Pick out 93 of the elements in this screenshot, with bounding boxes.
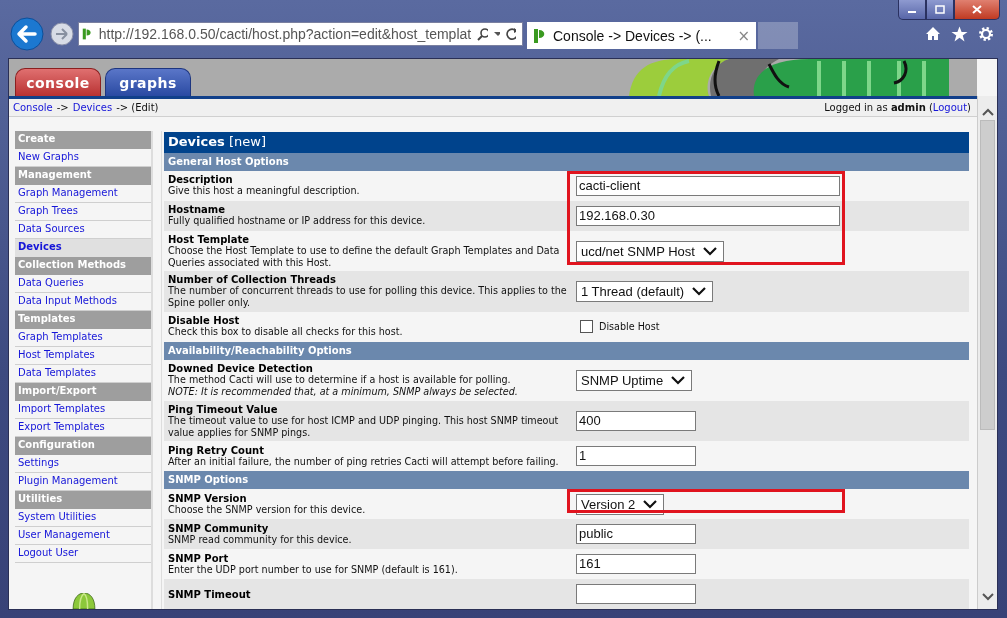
field-description: Fully qualified hostname or IP address for this device. (168, 215, 427, 228)
back-button[interactable] (10, 17, 44, 51)
form-title: Devices [new] (164, 132, 969, 153)
field-label: SNMP Port (168, 552, 230, 564)
sidebar-heading: Create (15, 131, 151, 149)
browser-tab[interactable]: Console -> Devices -> (... × (527, 22, 756, 49)
field-label: SNMP Timeout (168, 588, 252, 600)
field-description: After an initial failure, the number of ping retries Cacti will attempt before failing. (168, 455, 560, 468)
field-description: The method Cacti will use to determine if a host is available for polling. (168, 373, 512, 386)
text-input[interactable] (576, 584, 696, 604)
cactus-favicon-icon (533, 27, 547, 44)
nav-tab[interactable]: console (15, 68, 101, 96)
field-description: Choose the Host Template to use to define the default Graph Templates and Data Queries associated with this Host. (168, 244, 561, 269)
text-input[interactable]: cacti-client (576, 175, 840, 196)
sidebar-item[interactable]: System Utilities (15, 509, 151, 527)
star-icon[interactable] (951, 26, 968, 42)
text-input[interactable]: 192.168.0.30 (576, 205, 840, 226)
sidebar-item[interactable]: Devices (15, 239, 151, 257)
dropdown[interactable]: ucd/net SNMP Host (576, 240, 724, 262)
field-label: Description (168, 174, 233, 186)
breadcrumb-link[interactable]: Devices (72, 102, 113, 113)
sidebar-heading: Management (15, 167, 151, 185)
sidebar-heading: Utilities (15, 491, 151, 509)
chevron-icon (692, 287, 707, 297)
text-input[interactable]: public (576, 524, 696, 544)
close-button[interactable] (954, 0, 1000, 20)
field-description: Enter the UDP port number to use for SNMP (default is 161). (168, 563, 459, 576)
field-label: Ping Retry Count (168, 444, 265, 456)
field-label: Hostname (168, 204, 227, 216)
maximize-icon (935, 5, 945, 14)
dropdown[interactable]: SNMP Uptime (576, 369, 693, 391)
text-input[interactable]: 161 (576, 554, 696, 574)
breadcrumb-text: -> (56, 102, 69, 113)
field-description: SNMP read community for this device. (168, 533, 353, 546)
minimize-button[interactable] (898, 0, 926, 20)
sidebar-item[interactable]: Graph Templates (15, 329, 151, 347)
section-header: SNMP Options (164, 471, 969, 489)
home-icon[interactable] (925, 26, 941, 41)
sidebar-heading: Import/Export (15, 383, 151, 401)
checkbox[interactable] (580, 320, 593, 334)
forward-button[interactable] (50, 22, 74, 46)
breadcrumb-link[interactable]: Console (13, 102, 53, 113)
tab-close-button[interactable]: × (737, 26, 750, 45)
settings-icon[interactable] (978, 26, 994, 42)
chevron-icon (671, 375, 686, 385)
refresh-icon[interactable] (506, 27, 516, 41)
field-description: The number of concurrent threads to use for polling this device. This applies to the Spine poller only. (168, 285, 568, 310)
field-label: Ping Timeout Value (168, 403, 279, 415)
url-text: http://192.168.0.50/cacti/host.php?action=edit&host_templat (98, 26, 472, 42)
sidebar-heading: Templates (15, 311, 151, 329)
text-input[interactable]: 1 (576, 446, 696, 467)
checkbox-label[interactable]: Disable Host (599, 321, 660, 333)
field-label: Host Template (168, 233, 251, 245)
field-label: SNMP Community (168, 522, 270, 534)
address-bar[interactable]: http://192.168.0.50/cacti/host.php?action=edit&host_templat (78, 22, 523, 46)
field-label: SNMP Version (168, 492, 248, 504)
search-icon[interactable] (477, 27, 488, 41)
dropdown[interactable]: Version 2 (576, 493, 665, 515)
sidebar-item[interactable]: Graph Management (15, 185, 151, 203)
login-text: Logged in as admin ( (824, 102, 933, 113)
sidebar-item[interactable]: Data Queries (15, 275, 151, 293)
sidebar-heading: Collection Methods (15, 257, 151, 275)
nav-tab[interactable]: graphs (105, 68, 191, 96)
breadcrumb-text: -> (Edit) (116, 102, 159, 113)
chevron-icon (643, 499, 658, 509)
field-description: Check this box to disable all checks for this host. (168, 326, 404, 339)
scroll-up-icon[interactable] (981, 108, 994, 116)
field-description: The timeout value to use for host ICMP and UDP pinging. This host SNMP timeout value applies for SNMP pings. (168, 414, 560, 439)
sidebar-item[interactable]: User Management (15, 527, 151, 545)
maximize-button[interactable] (926, 0, 954, 20)
field-label: Number of Collection Threads (168, 274, 337, 286)
tab-title: Console -> Devices -> (... (553, 27, 713, 44)
cactus-favicon-icon (82, 26, 93, 42)
sidebar-item[interactable]: Settings (15, 455, 151, 473)
login-text: ) (967, 102, 971, 113)
sidebar-item[interactable]: Import Templates (15, 401, 151, 419)
field-label: Downed Device Detection (168, 362, 314, 374)
field-label: Disable Host (168, 315, 241, 327)
close-icon (972, 5, 982, 14)
sidebar-item[interactable]: Graph Trees (15, 203, 151, 221)
caret-icon[interactable] (493, 31, 501, 37)
scroll-down-icon[interactable] (981, 593, 994, 601)
sidebar-item[interactable]: Host Templates (15, 347, 151, 365)
chevron-icon (702, 246, 717, 256)
field-description: Choose the SNMP version for this device. (168, 503, 367, 516)
field-note: NOTE: It is recommended that, at a minimum, SNMP always be selected. (168, 385, 519, 398)
sidebar-heading: Configuration (15, 437, 151, 455)
text-input[interactable]: 400 (576, 411, 696, 431)
dropdown[interactable]: 1 Thread (default) (576, 281, 714, 303)
scrollbar[interactable] (977, 96, 997, 609)
scrollbar-thumb[interactable] (980, 120, 995, 430)
sidebar-item[interactable]: Logout User (15, 545, 151, 563)
field-description: Give this host a meaningful description. (168, 185, 361, 198)
